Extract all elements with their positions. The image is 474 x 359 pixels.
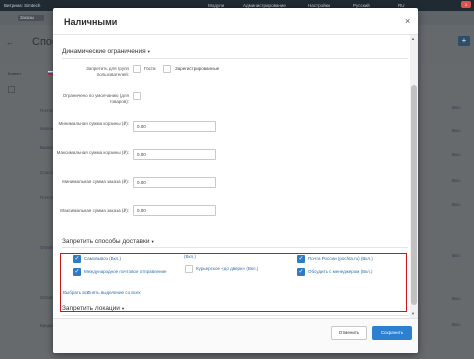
default-restriction-label: Ограничено по умолчанию (для товаров): — [62, 93, 129, 104]
min-cart-label: Минимальная сумма корзины (₽): — [58, 121, 129, 126]
status-dropdown[interactable]: Вкл. — [452, 322, 461, 327]
deselect-all-link[interactable]: Снять выделение со всех — [87, 290, 141, 295]
status-dropdown[interactable]: Вкл. — [452, 152, 461, 157]
status-dropdown[interactable]: Вкл. — [452, 105, 461, 110]
group-registered-checkbox[interactable] — [163, 65, 171, 73]
dynamic-restrictions-toggle[interactable]: Динамические ограничения ▾ — [62, 48, 150, 55]
shipping-option-label: Почта России (pochta.ru) (Вкл.) — [308, 256, 373, 261]
back-arrow-icon[interactable]: ← — [6, 38, 14, 47]
min-order-label: Минимальная сумма заказа (₽): — [62, 179, 129, 184]
add-button[interactable]: + — [458, 36, 470, 46]
select-all-link[interactable]: Выбрать все — [63, 290, 89, 295]
section-title-locations: Запретить локации — [62, 305, 120, 312]
min-cart-input[interactable]: 0.00 — [133, 121, 216, 132]
checkmark-icon[interactable]: ✓ — [297, 255, 305, 263]
store-name[interactable]: Витрина: Simtech — [4, 3, 40, 8]
cancel-button[interactable]: Отменить — [331, 326, 367, 340]
status-dropdown[interactable]: Вкл. — [452, 202, 461, 207]
caret-down-icon: ▾ — [151, 239, 154, 244]
caret-down-icon: ▾ — [121, 306, 125, 311]
locations-toggle[interactable]: Запретить локации ▾ — [62, 305, 124, 312]
modal-body: Динамические ограничения ▾ Запретить для … — [53, 35, 410, 318]
checkmark-icon[interactable]: ✓ — [73, 255, 81, 263]
checkmark-icon[interactable]: ✓ — [73, 268, 81, 276]
min-order-input[interactable]: 0.00 — [133, 177, 216, 188]
shipping-checkbox[interactable] — [185, 265, 193, 273]
group-guests-checkbox[interactable] — [133, 65, 141, 73]
divider — [62, 247, 408, 248]
close-icon[interactable]: × — [405, 16, 410, 26]
status-dropdown[interactable]: Вкл. — [452, 178, 461, 183]
max-cart-input[interactable]: 0.00 — [133, 149, 216, 160]
scroll-down-icon[interactable]: ▼ — [411, 311, 415, 316]
save-button[interactable]: Сохранить — [372, 326, 412, 340]
modal-scrollbar[interactable]: ▲ ▼ — [410, 35, 418, 318]
group-guests-label: Гости — [144, 66, 156, 71]
list-item[interactable]: Почта — [40, 108, 53, 113]
checkmark-icon[interactable]: ✓ — [297, 268, 305, 276]
status-dropdown[interactable]: Вкл. — [452, 128, 461, 133]
shipping-option-label: Международное почтовое отправление — [84, 269, 167, 274]
divider — [62, 315, 408, 316]
divider — [62, 58, 408, 59]
modal-header: Наличными × — [53, 8, 418, 35]
shipping-option-label: Курьерское «до двери» (Вкл.) — [196, 266, 259, 271]
modal-footer: Отменить Сохранить — [53, 318, 418, 353]
caret-down-icon: ▾ — [147, 49, 150, 54]
deny-groups-label: Запретить для групп пользователей: — [86, 66, 129, 77]
section-title-shipping: Запретить способы доставки — [62, 238, 150, 245]
shipping-restrictions-toggle[interactable]: Запретить способы доставки ▾ — [62, 238, 154, 245]
max-cart-label: Максимальная сумма корзины (₽): — [56, 150, 129, 155]
column-header-client: Клиент — [8, 71, 22, 76]
shipping-restrictions-highlight — [60, 253, 407, 312]
select-all-checkbox[interactable] — [8, 86, 15, 93]
scroll-up-icon[interactable]: ▲ — [411, 36, 415, 41]
status-dropdown[interactable]: Вкл. — [452, 253, 461, 258]
shipping-option-label: (Вкл.) — [184, 254, 196, 259]
scrollbar-thumb[interactable] — [411, 85, 417, 305]
default-restriction-checkbox[interactable] — [133, 92, 141, 100]
orders-menu[interactable]: Заказы — [18, 15, 44, 21]
shipping-option-label: Самовывоз (Вкл.) — [84, 256, 122, 261]
section-title-dynamic: Динамические ограничения — [62, 48, 146, 55]
status-dropdown[interactable]: Вкл. — [452, 296, 461, 301]
max-order-label: Максимальная сумма заказа (₽): — [60, 208, 129, 213]
max-order-input[interactable]: 0.00 — [133, 205, 216, 216]
modal-title: Наличными — [64, 17, 118, 27]
group-registered-label: Зарегистрированные — [175, 66, 220, 71]
notification-badge[interactable]: 1 — [461, 1, 471, 8]
payment-method-modal: Наличными × Динамические ограничения ▾ За… — [53, 8, 418, 353]
shipping-option-label: Обсудить с менеджером (Вкл.) — [308, 269, 373, 274]
